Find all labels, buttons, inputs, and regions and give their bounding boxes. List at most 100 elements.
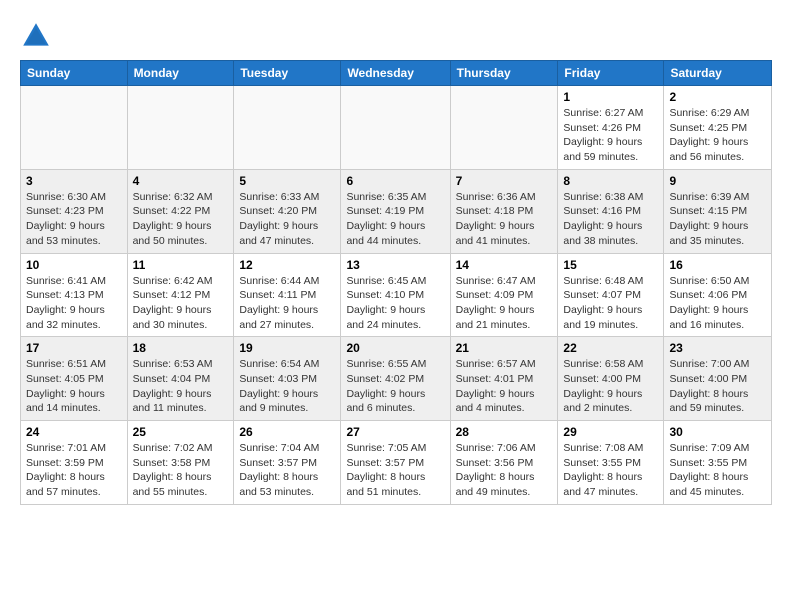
calendar-cell: 14 Sunrise: 6:47 AMSunset: 4:09 PMDayligh… <box>450 253 558 337</box>
day-number: 12 <box>239 258 335 272</box>
day-info: Sunrise: 6:54 AMSunset: 4:03 PMDaylight:… <box>239 357 335 416</box>
day-info: Sunrise: 7:05 AMSunset: 3:57 PMDaylight:… <box>346 441 444 500</box>
calendar-cell: 4 Sunrise: 6:32 AMSunset: 4:22 PMDaylight… <box>127 169 234 253</box>
calendar-cell: 8 Sunrise: 6:38 AMSunset: 4:16 PMDaylight… <box>558 169 664 253</box>
calendar-week-row: 24 Sunrise: 7:01 AMSunset: 3:59 PMDayligh… <box>21 421 772 505</box>
col-header-monday: Monday <box>127 61 234 86</box>
day-number: 30 <box>669 425 766 439</box>
day-info: Sunrise: 6:45 AMSunset: 4:10 PMDaylight:… <box>346 274 444 333</box>
day-info: Sunrise: 6:55 AMSunset: 4:02 PMDaylight:… <box>346 357 444 416</box>
day-number: 29 <box>563 425 658 439</box>
calendar-cell: 24 Sunrise: 7:01 AMSunset: 3:59 PMDayligh… <box>21 421 128 505</box>
calendar-cell: 3 Sunrise: 6:30 AMSunset: 4:23 PMDaylight… <box>21 169 128 253</box>
day-number: 28 <box>456 425 553 439</box>
day-info: Sunrise: 6:30 AMSunset: 4:23 PMDaylight:… <box>26 190 122 249</box>
day-number: 1 <box>563 90 658 104</box>
day-info: Sunrise: 7:02 AMSunset: 3:58 PMDaylight:… <box>133 441 229 500</box>
day-info: Sunrise: 6:41 AMSunset: 4:13 PMDaylight:… <box>26 274 122 333</box>
day-info: Sunrise: 7:01 AMSunset: 3:59 PMDaylight:… <box>26 441 122 500</box>
day-info: Sunrise: 6:27 AMSunset: 4:26 PMDaylight:… <box>563 106 658 165</box>
calendar-cell: 17 Sunrise: 6:51 AMSunset: 4:05 PMDayligh… <box>21 337 128 421</box>
day-number: 16 <box>669 258 766 272</box>
day-info: Sunrise: 6:42 AMSunset: 4:12 PMDaylight:… <box>133 274 229 333</box>
calendar-cell: 27 Sunrise: 7:05 AMSunset: 3:57 PMDayligh… <box>341 421 450 505</box>
calendar-cell: 9 Sunrise: 6:39 AMSunset: 4:15 PMDaylight… <box>664 169 772 253</box>
calendar-cell: 12Sunrise: 6:44 AMSunset: 4:11 PMDayligh… <box>234 253 341 337</box>
day-number: 7 <box>456 174 553 188</box>
col-header-friday: Friday <box>558 61 664 86</box>
day-info: Sunrise: 7:00 AMSunset: 4:00 PMDaylight:… <box>669 357 766 416</box>
day-info: Sunrise: 6:53 AMSunset: 4:04 PMDaylight:… <box>133 357 229 416</box>
day-number: 8 <box>563 174 658 188</box>
calendar-cell <box>234 86 341 170</box>
day-number: 25 <box>133 425 229 439</box>
calendar-cell: 15 Sunrise: 6:48 AMSunset: 4:07 PMDayligh… <box>558 253 664 337</box>
calendar-cell: 6 Sunrise: 6:35 AMSunset: 4:19 PMDaylight… <box>341 169 450 253</box>
day-info: Sunrise: 6:33 AMSunset: 4:20 PMDaylight:… <box>239 190 335 249</box>
day-number: 17 <box>26 341 122 355</box>
day-info: Sunrise: 7:08 AMSunset: 3:55 PMDaylight:… <box>563 441 658 500</box>
calendar-cell: 13 Sunrise: 6:45 AMSunset: 4:10 PMDayligh… <box>341 253 450 337</box>
day-info: Sunrise: 6:47 AMSunset: 4:09 PMDaylight:… <box>456 274 553 333</box>
day-info: Sunrise: 6:48 AMSunset: 4:07 PMDaylight:… <box>563 274 658 333</box>
day-info: Sunrise: 6:39 AMSunset: 4:15 PMDaylight:… <box>669 190 766 249</box>
day-info: Sunrise: 7:06 AMSunset: 3:56 PMDaylight:… <box>456 441 553 500</box>
calendar-cell: 18Sunrise: 6:53 AMSunset: 4:04 PMDayligh… <box>127 337 234 421</box>
logo-icon <box>20 20 52 52</box>
calendar-cell: 7 Sunrise: 6:36 AMSunset: 4:18 PMDaylight… <box>450 169 558 253</box>
calendar-cell: 19 Sunrise: 6:54 AMSunset: 4:03 PMDayligh… <box>234 337 341 421</box>
day-info: Sunrise: 7:09 AMSunset: 3:55 PMDaylight:… <box>669 441 766 500</box>
day-number: 26 <box>239 425 335 439</box>
calendar: SundayMondayTuesdayWednesdayThursdayFrid… <box>20 60 772 505</box>
calendar-cell: 25 Sunrise: 7:02 AMSunset: 3:58 PMDayligh… <box>127 421 234 505</box>
day-number: 27 <box>346 425 444 439</box>
calendar-cell <box>341 86 450 170</box>
calendar-cell: 1 Sunrise: 6:27 AMSunset: 4:26 PMDaylight… <box>558 86 664 170</box>
day-info: Sunrise: 6:36 AMSunset: 4:18 PMDaylight:… <box>456 190 553 249</box>
day-info: Sunrise: 6:32 AMSunset: 4:22 PMDaylight:… <box>133 190 229 249</box>
day-number: 13 <box>346 258 444 272</box>
col-header-saturday: Saturday <box>664 61 772 86</box>
day-number: 23 <box>669 341 766 355</box>
calendar-cell: 26 Sunrise: 7:04 AMSunset: 3:57 PMDayligh… <box>234 421 341 505</box>
calendar-cell: 20Sunrise: 6:55 AMSunset: 4:02 PMDayligh… <box>341 337 450 421</box>
day-info: Sunrise: 6:35 AMSunset: 4:19 PMDaylight:… <box>346 190 444 249</box>
calendar-cell: 22 Sunrise: 6:58 AMSunset: 4:00 PMDayligh… <box>558 337 664 421</box>
day-number: 14 <box>456 258 553 272</box>
day-info: Sunrise: 6:58 AMSunset: 4:00 PMDaylight:… <box>563 357 658 416</box>
calendar-cell: 11 Sunrise: 6:42 AMSunset: 4:12 PMDayligh… <box>127 253 234 337</box>
logo <box>20 20 56 52</box>
calendar-week-row: 17 Sunrise: 6:51 AMSunset: 4:05 PMDayligh… <box>21 337 772 421</box>
day-number: 5 <box>239 174 335 188</box>
day-number: 3 <box>26 174 122 188</box>
calendar-cell: 21Sunrise: 6:57 AMSunset: 4:01 PMDayligh… <box>450 337 558 421</box>
col-header-sunday: Sunday <box>21 61 128 86</box>
page: SundayMondayTuesdayWednesdayThursdayFrid… <box>0 0 792 525</box>
col-header-tuesday: Tuesday <box>234 61 341 86</box>
day-info: Sunrise: 6:57 AMSunset: 4:01 PMDaylight:… <box>456 357 553 416</box>
day-info: Sunrise: 6:38 AMSunset: 4:16 PMDaylight:… <box>563 190 658 249</box>
calendar-cell <box>127 86 234 170</box>
day-info: Sunrise: 6:29 AMSunset: 4:25 PMDaylight:… <box>669 106 766 165</box>
day-number: 15 <box>563 258 658 272</box>
day-number: 6 <box>346 174 444 188</box>
calendar-cell: 5 Sunrise: 6:33 AMSunset: 4:20 PMDaylight… <box>234 169 341 253</box>
day-info: Sunrise: 6:51 AMSunset: 4:05 PMDaylight:… <box>26 357 122 416</box>
day-info: Sunrise: 6:50 AMSunset: 4:06 PMDaylight:… <box>669 274 766 333</box>
header <box>20 16 772 52</box>
day-number: 19 <box>239 341 335 355</box>
calendar-week-row: 3 Sunrise: 6:30 AMSunset: 4:23 PMDaylight… <box>21 169 772 253</box>
calendar-cell: 23 Sunrise: 7:00 AMSunset: 4:00 PMDayligh… <box>664 337 772 421</box>
day-number: 24 <box>26 425 122 439</box>
calendar-week-row: 10Sunrise: 6:41 AMSunset: 4:13 PMDayligh… <box>21 253 772 337</box>
day-number: 2 <box>669 90 766 104</box>
day-info: Sunrise: 7:04 AMSunset: 3:57 PMDaylight:… <box>239 441 335 500</box>
calendar-week-row: 1 Sunrise: 6:27 AMSunset: 4:26 PMDaylight… <box>21 86 772 170</box>
day-number: 4 <box>133 174 229 188</box>
day-number: 9 <box>669 174 766 188</box>
day-number: 11 <box>133 258 229 272</box>
col-header-thursday: Thursday <box>450 61 558 86</box>
day-number: 22 <box>563 341 658 355</box>
calendar-header-row: SundayMondayTuesdayWednesdayThursdayFrid… <box>21 61 772 86</box>
col-header-wednesday: Wednesday <box>341 61 450 86</box>
